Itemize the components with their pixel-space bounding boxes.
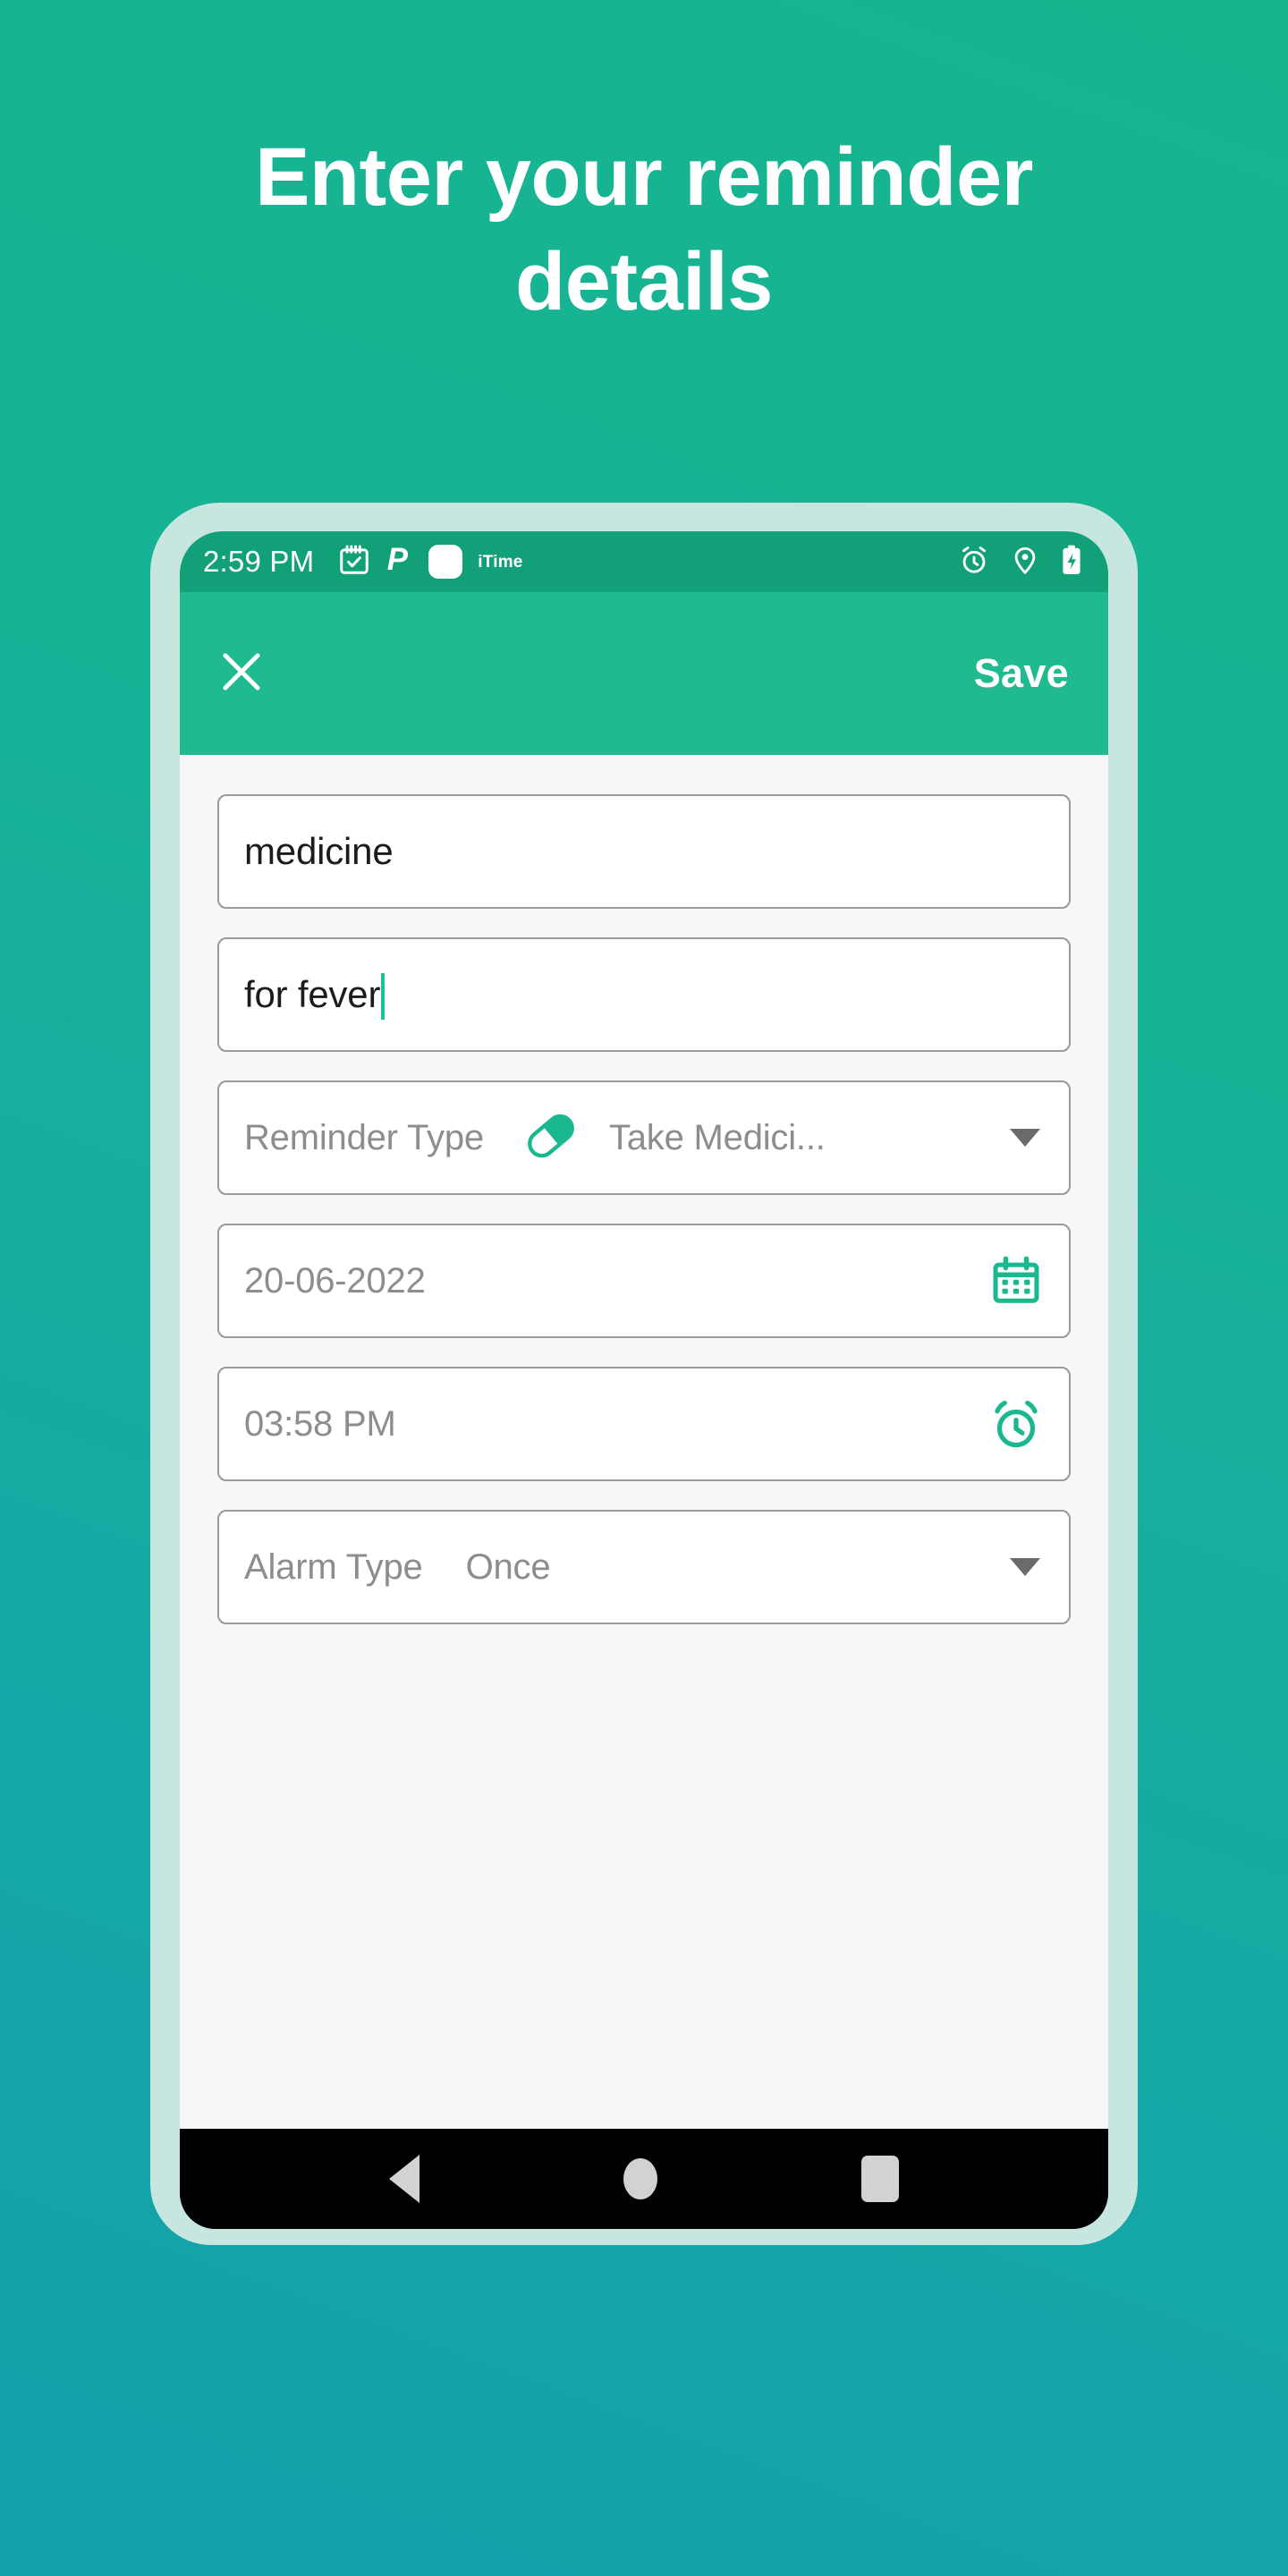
save-button[interactable]: Save <box>974 650 1069 697</box>
chevron-down-icon <box>1010 1558 1040 1576</box>
reminder-date-value: 20-06-2022 <box>244 1260 426 1301</box>
reminder-description-value: for fever <box>244 973 381 1015</box>
reminder-form: medicine for fever Reminder Type Take Me… <box>180 755 1108 2129</box>
pill-capsule-icon <box>523 1112 579 1165</box>
reminder-type-label: Reminder Type <box>244 1117 484 1157</box>
close-button[interactable] <box>210 642 273 705</box>
reminder-time-value: 03:58 PM <box>244 1403 396 1444</box>
android-navigation-bar <box>180 2129 1108 2229</box>
android-status-bar: 2:59 PM P iTime <box>180 531 1108 592</box>
status-bar-clock: 2:59 PM <box>203 545 315 578</box>
alarm-type-value: Once <box>465 1546 551 1587</box>
promo-heading: Enter your reminder details <box>255 131 1033 327</box>
reminder-type-dropdown[interactable]: Reminder Type Take Medici... <box>217 1080 1071 1195</box>
recents-square-icon[interactable] <box>861 2156 899 2202</box>
reminder-type-value: Take Medici... <box>608 1117 826 1157</box>
reminder-description-input[interactable]: for fever <box>217 937 1071 1052</box>
phone-screen: 2:59 PM P iTime Save medicine for fever … <box>180 531 1108 2229</box>
status-bar-system-icons <box>958 544 1083 580</box>
home-circle-icon[interactable] <box>623 2158 657 2199</box>
p-app-icon: P <box>386 542 413 581</box>
alarm-icon <box>958 544 990 580</box>
calendar-check-icon <box>337 543 371 581</box>
rounded-square-app-icon <box>428 545 463 579</box>
svg-text:P: P <box>387 543 409 577</box>
phone-mockup-frame: 2:59 PM P iTime Save medicine for fever … <box>150 503 1138 2245</box>
chevron-down-icon <box>1010 1129 1040 1147</box>
calendar-icon[interactable] <box>988 1253 1044 1309</box>
reminder-time-field[interactable]: 03:58 PM <box>217 1367 1071 1481</box>
back-triangle-icon[interactable] <box>389 2155 419 2203</box>
reminder-title-input[interactable]: medicine <box>217 794 1071 909</box>
app-bar: Save <box>180 592 1108 755</box>
status-bar-notification-icons: P iTime <box>337 542 958 581</box>
alarm-type-label: Alarm Type <box>244 1546 423 1587</box>
text-caret <box>381 973 386 1020</box>
alarm-type-dropdown[interactable]: Alarm Type Once <box>217 1510 1071 1624</box>
reminder-title-value: medicine <box>244 830 394 872</box>
close-icon <box>214 644 269 704</box>
reminder-date-field[interactable]: 20-06-2022 <box>217 1224 1071 1338</box>
location-pin-icon <box>1010 545 1040 580</box>
battery-charging-icon <box>1060 544 1083 580</box>
itime-app-label: iTime <box>478 553 523 572</box>
alarm-clock-icon[interactable] <box>988 1396 1044 1452</box>
